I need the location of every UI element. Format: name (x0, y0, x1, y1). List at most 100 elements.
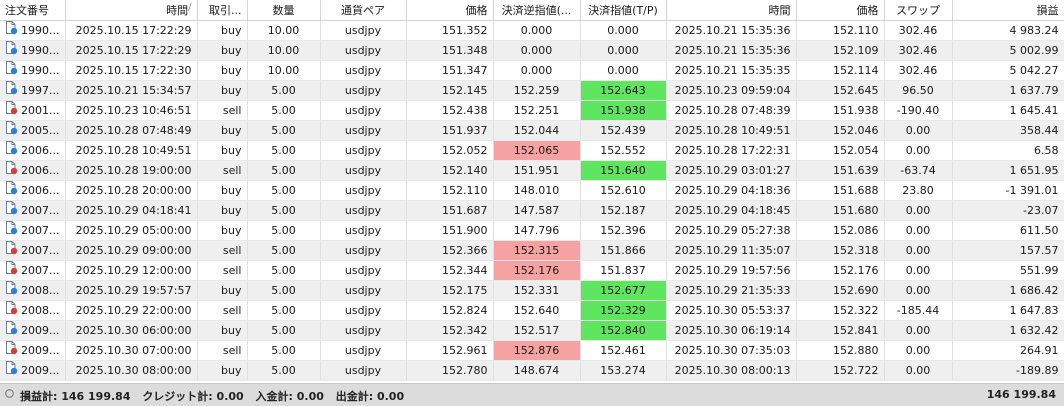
document-icon (5, 161, 18, 178)
cell-ticket: 2007... (0, 260, 66, 281)
cell-ticket: 2008... (0, 280, 66, 301)
table-row[interactable]: 1990... 2025.10.15 17:22:29 buy 10.00 usdjpy… (0, 40, 1064, 61)
cell-symbol: usdjpy (320, 160, 407, 181)
column-header-open-time[interactable]: 時間 / (65, 0, 198, 21)
cell-profit: 6.58 (952, 140, 1064, 161)
cell-take-profit: 151.640 (580, 160, 667, 181)
cell-profit: 5 002.99 (952, 40, 1064, 61)
cell-close-price: 152.176 (796, 260, 885, 281)
cell-close-price: 152.645 (796, 80, 885, 101)
column-header-volume[interactable]: 数量 (247, 0, 321, 21)
column-header-take-profit[interactable]: 決済指値(T/P) (580, 0, 667, 21)
cell-swap: -185.44 (884, 300, 953, 321)
table-row[interactable]: 2007... 2025.10.29 04:18:41 buy 5.00 usdjpy 1… (0, 200, 1064, 221)
cell-profit: 4 983.24 (952, 20, 1064, 41)
cell-swap: 0.00 (884, 360, 953, 381)
document-icon (5, 281, 18, 298)
table-row[interactable]: 2005... 2025.10.28 07:48:49 buy 5.00 usdjpy 1… (0, 120, 1064, 141)
column-header-open-price[interactable]: 価格 (406, 0, 494, 21)
table-row[interactable]: 2007... 2025.10.29 12:00:00 sell 5.00 usdjpy… (0, 260, 1064, 281)
cell-take-profit: 152.552 (580, 140, 667, 161)
cell-close-time: 2025.10.30 08:00:13 (666, 360, 797, 381)
cell-symbol: usdjpy (320, 20, 407, 41)
column-header-ticket[interactable]: 注文番号 (0, 0, 66, 21)
cell-swap: 0.00 (884, 320, 953, 341)
document-icon (5, 81, 18, 98)
ticket-number: 1997... (21, 84, 60, 97)
cell-symbol: usdjpy (320, 60, 407, 81)
cell-open-time: 2025.10.15 17:22:30 (65, 60, 198, 81)
cell-open-time: 2025.10.15 17:22:29 (65, 20, 198, 41)
column-header-stop-loss[interactable]: 決済逆指値(... (493, 0, 581, 21)
cell-swap: 23.80 (884, 180, 953, 201)
column-header-close-price[interactable]: 価格 (796, 0, 885, 21)
cell-stop-loss: 151.951 (493, 160, 581, 181)
document-icon (5, 261, 18, 278)
table-row[interactable]: 2007... 2025.10.29 05:00:00 buy 5.00 usdjpy 1… (0, 220, 1064, 241)
cell-open-time: 2025.10.23 10:46:51 (65, 100, 198, 121)
cell-close-price: 151.688 (796, 180, 885, 201)
cell-close-time: 2025.10.30 05:53:37 (666, 300, 797, 321)
table-row[interactable]: 2009... 2025.10.30 06:00:00 buy 5.00 usdjpy 1… (0, 320, 1064, 341)
table-row[interactable]: 1997... 2025.10.21 15:34:57 buy 5.00 usdjpy 1… (0, 80, 1064, 101)
table-row[interactable]: 2009... 2025.10.30 07:00:00 sell 5.00 usdjpy… (0, 340, 1064, 361)
column-header-type[interactable]: 取引... (197, 0, 248, 21)
table-row[interactable]: 2009... 2025.10.30 08:00:00 buy 5.00 usdjpy 1… (0, 360, 1064, 381)
cell-close-price: 151.680 (796, 200, 885, 221)
cell-symbol: usdjpy (320, 360, 407, 381)
cell-profit: 264.91 (952, 340, 1064, 361)
column-header-label: 数量 (272, 4, 295, 17)
cell-close-time: 2025.10.29 05:27:38 (666, 220, 797, 241)
cell-close-time: 2025.10.30 06:19:14 (666, 320, 797, 341)
ticket-number: 2008... (21, 304, 60, 317)
cell-volume: 5.00 (247, 240, 321, 261)
document-icon (5, 341, 18, 358)
column-header-close-time[interactable]: 時間 (666, 0, 797, 21)
document-icon (5, 361, 18, 378)
table-row[interactable]: 2006... 2025.10.28 20:00:00 buy 5.00 usdjpy 1… (0, 180, 1064, 201)
cell-open-price: 152.344 (406, 260, 494, 281)
cell-type: buy (197, 60, 248, 81)
cell-profit: 611.50 (952, 220, 1064, 241)
cell-close-price: 152.880 (796, 340, 885, 361)
cell-symbol: usdjpy (320, 40, 407, 61)
cell-close-price: 152.322 (796, 300, 885, 321)
cell-close-time: 2025.10.29 04:18:45 (666, 200, 797, 221)
cell-take-profit: 151.837 (580, 260, 667, 281)
ticket-number: 1990... (21, 44, 60, 57)
cell-ticket: 1990... (0, 20, 66, 41)
cell-close-price: 152.109 (796, 40, 885, 61)
table-row[interactable]: 2006... 2025.10.28 19:00:00 sell 5.00 usdjpy… (0, 160, 1064, 181)
table-row[interactable]: 2006... 2025.10.28 10:49:51 buy 5.00 usdjpy 1… (0, 140, 1064, 161)
cell-swap: 0.00 (884, 200, 953, 221)
document-icon (5, 201, 18, 218)
cell-type: buy (197, 40, 248, 61)
cell-volume: 5.00 (247, 260, 321, 281)
table-row[interactable]: 2001... 2025.10.23 10:46:51 sell 5.00 usdjpy… (0, 100, 1064, 121)
cell-profit: 1 647.83 (952, 300, 1064, 321)
cell-ticket: 1990... (0, 60, 66, 81)
table-row[interactable]: 2008... 2025.10.29 22:00:00 sell 5.00 usdjpy… (0, 300, 1064, 321)
cell-close-price: 152.054 (796, 140, 885, 161)
table-row[interactable]: 2007... 2025.10.29 09:00:00 sell 5.00 usdjpy… (0, 240, 1064, 261)
table-row[interactable]: 1990... 2025.10.15 17:22:29 buy 10.00 usdjpy… (0, 20, 1064, 41)
ticket-number: 2008... (21, 284, 60, 297)
table-row[interactable]: 2008... 2025.10.29 19:57:57 buy 5.00 usdjpy 1… (0, 280, 1064, 301)
cell-close-price: 152.722 (796, 360, 885, 381)
document-icon (5, 61, 18, 78)
cell-ticket: 2007... (0, 220, 66, 241)
cell-close-price: 152.110 (796, 20, 885, 41)
cell-volume: 5.00 (247, 160, 321, 181)
cell-ticket: 2007... (0, 240, 66, 261)
cell-close-price: 151.639 (796, 160, 885, 181)
column-header-profit[interactable]: 損益 (952, 0, 1064, 21)
cell-stop-loss: 152.876 (493, 340, 581, 361)
document-icon (5, 101, 18, 118)
cell-volume: 5.00 (247, 320, 321, 341)
table-row[interactable]: 1990... 2025.10.15 17:22:30 buy 10.00 usdjpy… (0, 60, 1064, 81)
ticket-number: 2009... (21, 364, 60, 377)
column-header-symbol[interactable]: 通貨ペア (320, 0, 407, 21)
cell-open-time: 2025.10.30 07:00:00 (65, 340, 198, 361)
column-header-swap[interactable]: スワップ (884, 0, 953, 21)
cell-swap: 0.00 (884, 260, 953, 281)
